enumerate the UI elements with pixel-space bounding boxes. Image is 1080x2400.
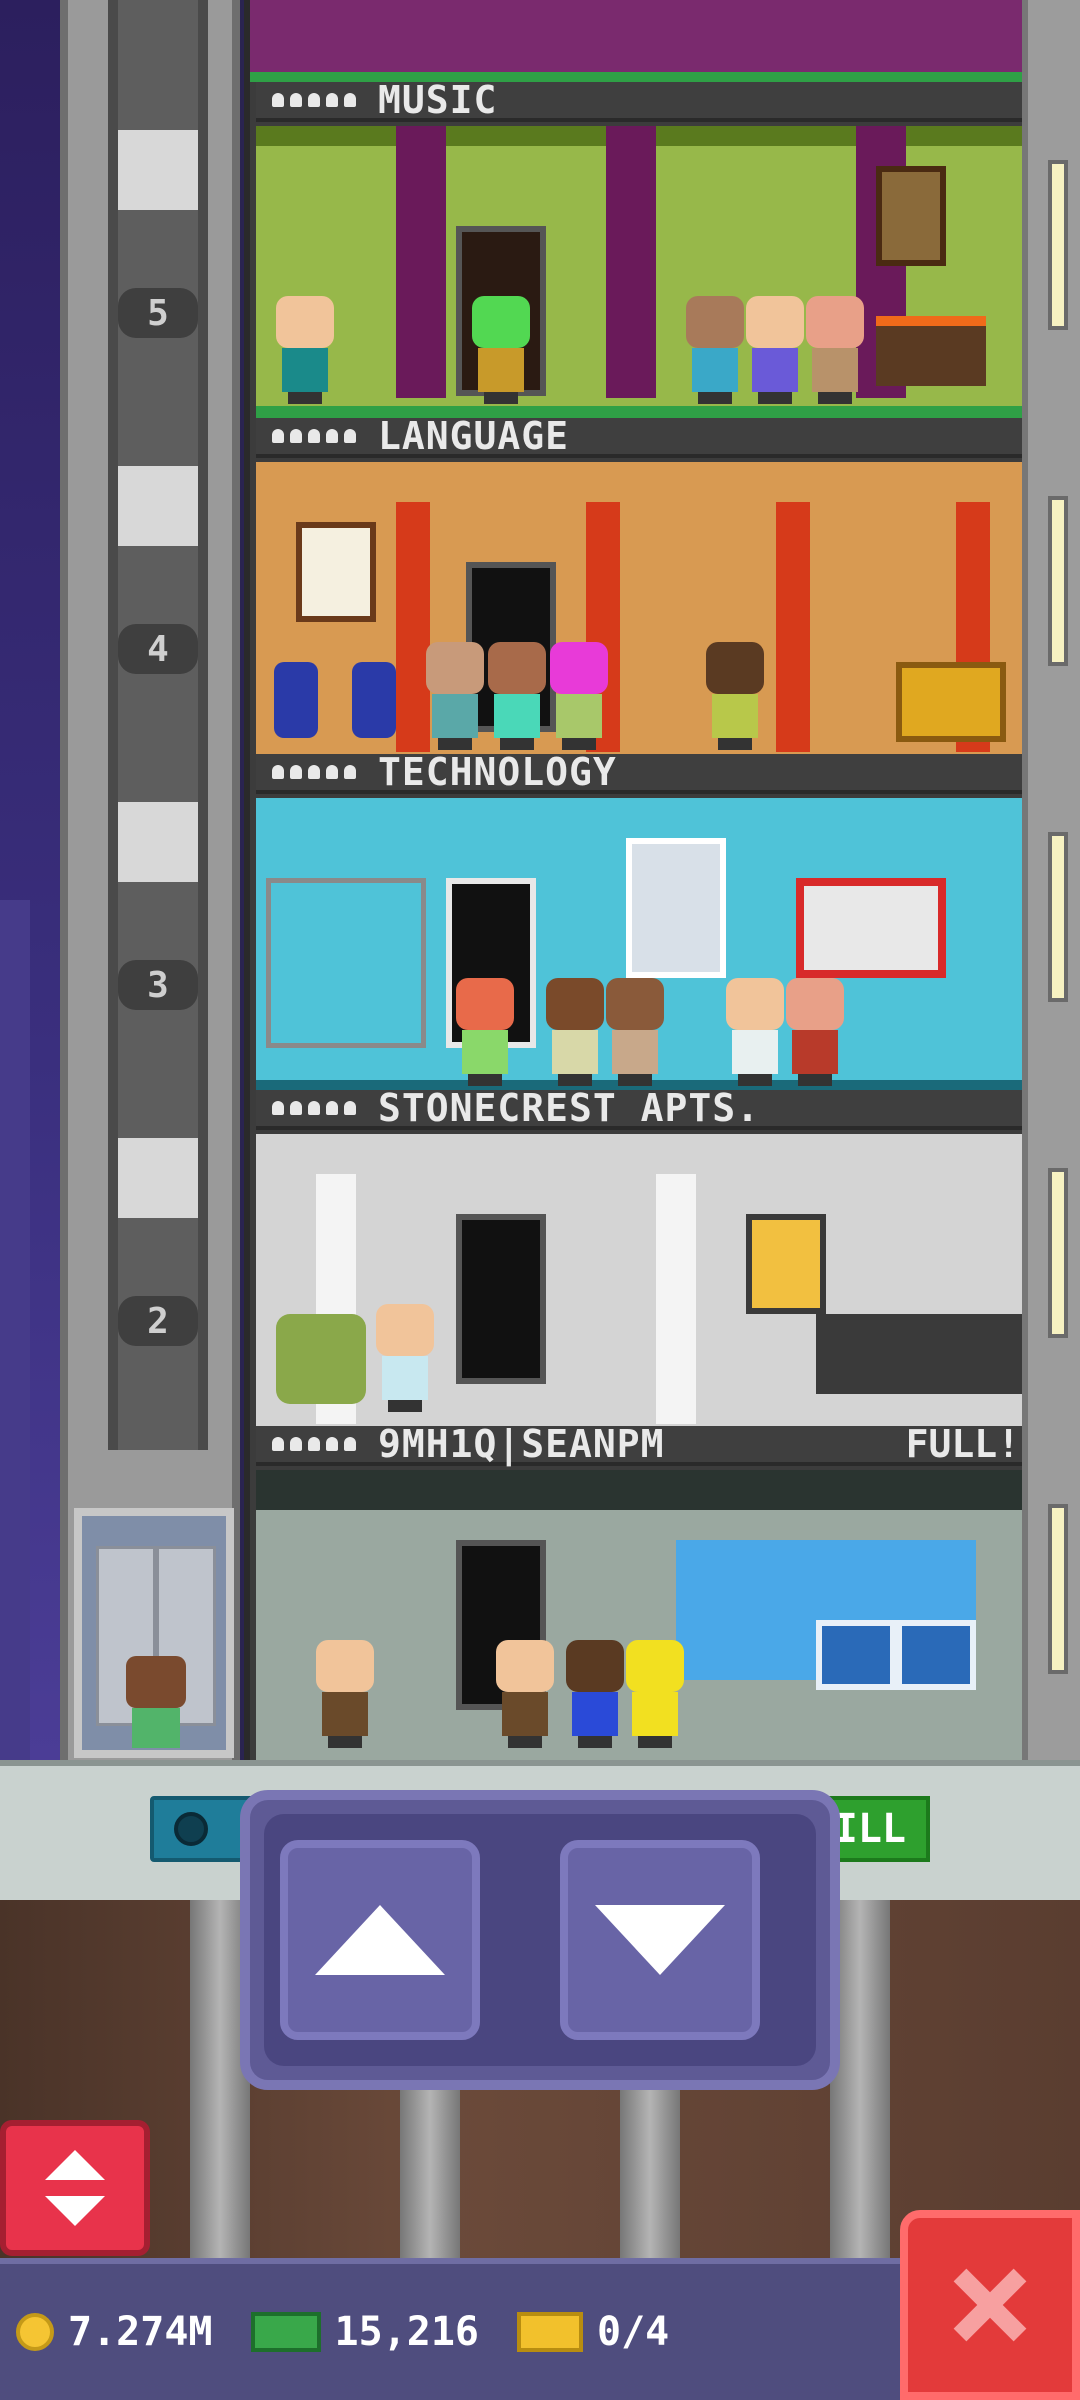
- person[interactable]: [426, 642, 484, 750]
- floor-number-5: 5: [118, 288, 198, 338]
- person[interactable]: [746, 296, 804, 404]
- floor-stonecrest-apts[interactable]: STONECREST APTS.: [256, 1086, 1028, 1426]
- person[interactable]: [456, 978, 514, 1086]
- floor-name: 9MH1Q|SEANPM: [378, 1422, 665, 1466]
- person[interactable]: [726, 978, 784, 1086]
- room-language: [256, 462, 1028, 754]
- stars-rating: [272, 429, 356, 443]
- elevator-car[interactable]: [74, 1508, 234, 1758]
- person[interactable]: [546, 978, 604, 1086]
- elevator-down-button[interactable]: [560, 1840, 760, 2040]
- floor-name: TECHNOLOGY: [378, 750, 617, 794]
- person[interactable]: [550, 642, 608, 750]
- person[interactable]: [626, 1640, 684, 1748]
- tower: MUSIC LANGUAGE TECHNOLOGY STONECREST APT…: [244, 0, 1028, 1762]
- floor-status: FULL!: [905, 1422, 1020, 1466]
- stars-rating: [272, 1437, 356, 1451]
- room-lobby: [256, 1470, 1028, 1762]
- person[interactable]: [496, 1640, 554, 1748]
- clock-icon: [174, 1812, 208, 1846]
- window: [1048, 1504, 1068, 1674]
- person[interactable]: [706, 642, 764, 750]
- night-sky-background: [0, 0, 60, 1760]
- stars-rating: [272, 93, 356, 107]
- person[interactable]: [276, 296, 334, 404]
- floor-name: LANGUAGE: [378, 414, 570, 458]
- coins-value: 7.274M: [68, 2309, 213, 2355]
- room-technology: [256, 798, 1028, 1090]
- bux-icon: [250, 2312, 321, 2352]
- elevator-passenger: [126, 1656, 186, 1748]
- door: [456, 1214, 546, 1384]
- room-top-partial: [250, 0, 1022, 82]
- down-arrow-icon: [595, 1905, 725, 1975]
- window: [1048, 496, 1068, 666]
- close-x-icon: [953, 2268, 1027, 2342]
- ticket-icon: [517, 2312, 583, 2352]
- floor-label: TECHNOLOGY: [256, 750, 1028, 794]
- elevator-toggle-button[interactable]: [0, 2120, 150, 2256]
- elevator-shaft: 5 4 3 2: [60, 0, 240, 1760]
- bux-value: 15,216: [334, 2309, 480, 2355]
- floor-name: STONECREST APTS.: [378, 1086, 761, 1130]
- window: [1048, 160, 1068, 330]
- floor-label: 9MH1Q|SEANPM FULL!: [256, 1422, 1028, 1466]
- background-building: [0, 900, 30, 1760]
- coin-icon: [16, 2313, 54, 2351]
- elevator-updown-icon: [45, 2150, 105, 2226]
- window: [1048, 832, 1068, 1002]
- person[interactable]: [376, 1304, 434, 1412]
- floor-language[interactable]: LANGUAGE: [256, 414, 1028, 754]
- person[interactable]: [606, 978, 664, 1086]
- floor-label: MUSIC: [256, 78, 1028, 122]
- person[interactable]: [488, 642, 546, 750]
- person[interactable]: [786, 978, 844, 1086]
- floor-number-3: 3: [118, 960, 198, 1010]
- floor-name: MUSIC: [378, 78, 498, 122]
- elevator-cable: [108, 0, 208, 1450]
- close-button[interactable]: [900, 2210, 1080, 2400]
- person[interactable]: [806, 296, 864, 404]
- room-music: [256, 126, 1028, 418]
- floor-number-2: 2: [118, 1296, 198, 1346]
- tower-right-wall: [1022, 0, 1080, 1760]
- person[interactable]: [316, 1640, 374, 1748]
- person[interactable]: [686, 296, 744, 404]
- room-stonecrest-apts: [256, 1134, 1028, 1426]
- up-arrow-icon: [315, 1905, 445, 1975]
- person[interactable]: [472, 296, 530, 404]
- person[interactable]: [566, 1640, 624, 1748]
- currency-bar: 7.274M 15,216 0/4: [0, 2258, 900, 2400]
- floor-label: STONECREST APTS.: [256, 1086, 1028, 1130]
- tickets-value: 0/4: [597, 2309, 670, 2355]
- floor-number-4: 4: [118, 624, 198, 674]
- window: [1048, 1168, 1068, 1338]
- elevator-dpad: [240, 1790, 840, 2090]
- floor-technology[interactable]: TECHNOLOGY: [256, 750, 1028, 1090]
- floor-label: LANGUAGE: [256, 414, 1028, 458]
- floor-lobby[interactable]: 9MH1Q|SEANPM FULL!: [256, 1422, 1028, 1762]
- stars-rating: [272, 1101, 356, 1115]
- elevator-up-button[interactable]: [280, 1840, 480, 2040]
- floor-music[interactable]: MUSIC: [256, 78, 1028, 418]
- stars-rating: [272, 765, 356, 779]
